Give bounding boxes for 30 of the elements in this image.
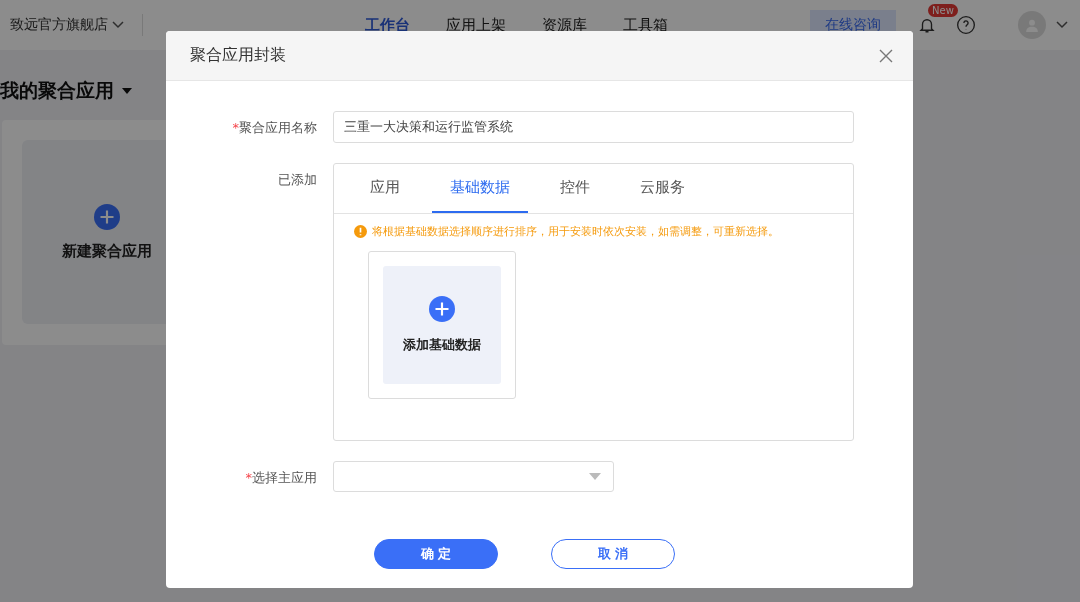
plus-icon: [94, 203, 120, 230]
cancel-button[interactable]: 取 消: [551, 539, 675, 569]
nav-tab[interactable]: 工作台: [365, 15, 410, 35]
caret-icon[interactable]: [122, 88, 132, 94]
new-app-label: 新建聚合应用: [62, 241, 152, 261]
confirm-button[interactable]: 确 定: [374, 539, 498, 569]
dialog-title: 聚合应用封装: [190, 45, 286, 66]
caret-icon: [589, 473, 601, 480]
field-label: *选择主应用: [244, 469, 317, 487]
help-icon[interactable]: [956, 15, 976, 35]
chevron-down-icon: [112, 21, 124, 29]
input-field[interactable]: 三重一大决策和运行监管系统: [333, 111, 854, 143]
field-label: *聚合应用名称: [231, 119, 317, 137]
chevron-down-icon: [1056, 21, 1068, 29]
page-title: 我的聚合应用: [0, 78, 114, 103]
warning-text: 将根据基础数据选择顺序进行排序，用于安装时依次安装，如需调整，可重新选择。: [372, 224, 779, 239]
field-label: 已添加: [277, 171, 317, 189]
tab[interactable]: 云服务: [622, 164, 703, 213]
select-field[interactable]: [333, 461, 614, 492]
nav-tab[interactable]: 应用上架: [446, 15, 506, 35]
tab[interactable]: 应用: [352, 164, 418, 213]
store-switcher[interactable]: 致远官方旗舰店: [10, 16, 124, 34]
warning-icon: [354, 225, 367, 238]
add-data-tile[interactable]: 添加基础数据: [383, 266, 501, 384]
plus-icon: [429, 296, 455, 322]
bell-icon[interactable]: [918, 16, 936, 34]
tab[interactable]: 基础数据: [432, 164, 528, 213]
new-badge: New: [928, 4, 958, 17]
close-button[interactable]: [879, 48, 893, 63]
tab[interactable]: 控件: [542, 164, 608, 213]
